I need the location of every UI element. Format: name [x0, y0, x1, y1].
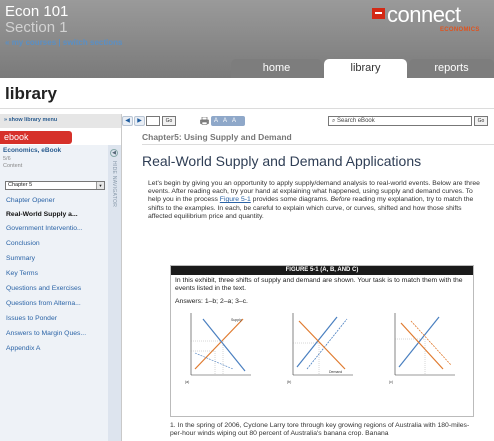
logo-subtitle: ECONOMICS [440, 27, 480, 33]
figure-caption: In this exhibit, three shifts of supply … [175, 277, 463, 293]
tab-library[interactable]: library [324, 59, 407, 78]
sidebar-item-conclusion[interactable]: Conclusion [6, 240, 40, 247]
chapter-select-value: Chapter 5 [8, 182, 33, 188]
logo-text: connect [387, 2, 461, 27]
figure-answers: Answers: 1–b; 2–a; 3–c. [175, 298, 248, 305]
course-title: Econ 101 [5, 3, 69, 20]
page-number-input[interactable] [146, 116, 160, 126]
ebook-toolbar: » show library menu ◀ ▶ Go A A A ⌕ Searc… [0, 114, 494, 128]
numbered-example-1: 1. In the spring of 2006, Cyclone Larry … [170, 422, 470, 438]
paragraph-emphasis: Before [330, 196, 351, 204]
graph-a-panel-label: (a) [185, 380, 189, 384]
graph-c-panel-label: (c) [389, 380, 393, 384]
supply-demand-graph-c: (c) [389, 313, 455, 384]
intro-paragraph: Let's begin by giving you an opportunity… [148, 180, 486, 221]
ebook-navigator: ebook Economics, eBook 5/6 Content ◀ HID… [0, 128, 122, 441]
chevron-down-icon[interactable]: ▼ [96, 182, 104, 189]
search-placeholder: Search eBook [337, 118, 375, 124]
sidebar-item-questions-alternative[interactable]: Questions from Alterna... [6, 300, 81, 307]
graph-a-supply-label: Supply [231, 318, 242, 322]
next-page-button[interactable]: ▶ [134, 116, 145, 126]
graph-b-panel-label: (b) [287, 380, 291, 384]
connect-logo-icon [372, 8, 385, 19]
supply-demand-graph-a: Supply (a) [185, 313, 251, 384]
show-library-menu-link[interactable]: » show library menu [4, 117, 57, 123]
search-icon: ⌕ [332, 118, 336, 124]
book-title[interactable]: Economics, eBook [3, 147, 61, 154]
search-go-button[interactable]: Go [474, 116, 488, 126]
print-icon[interactable] [200, 117, 209, 125]
figure-title: FIGURE 5-1 (A, B, AND C) [171, 266, 473, 275]
navigator-panel: Economics, eBook 5/6 Content ◀ HIDE NAVI… [0, 145, 121, 441]
paragraph-text: provides some diagrams. [250, 196, 331, 204]
connect-logo: connect ECONOMICS [372, 2, 490, 40]
search-input[interactable]: ⌕ Search eBook [328, 116, 472, 126]
link-separator: | [58, 38, 61, 47]
sidebar-item-chapter-opener[interactable]: Chapter Opener [6, 197, 55, 204]
tab-reports[interactable]: reports [409, 59, 494, 78]
heading-divider [0, 108, 494, 109]
book-count: 5/6 [3, 156, 11, 162]
figure-5-1: FIGURE 5-1 (A, B, AND C) In this exhibit… [170, 265, 474, 417]
ebook-content: Chapter5: Using Supply and Demand Real-W… [130, 128, 494, 441]
section-heading: Real-World Supply and Demand Application… [142, 153, 422, 169]
collapse-icon[interactable]: ◀ [110, 149, 118, 157]
sidebar-item-real-world-supply[interactable]: Real-World Supply a... [6, 211, 78, 218]
back-arrow-icon: « [5, 38, 10, 47]
tab-home[interactable]: home [231, 59, 322, 78]
graph-b-demand-label: Demand [329, 370, 342, 374]
previous-page-button[interactable]: ◀ [122, 116, 133, 126]
app-header: Econ 101 Section 1 « my courses | switch… [0, 0, 494, 78]
course-links: « my courses | switch sections [5, 38, 122, 47]
sidebar-item-questions-exercises[interactable]: Questions and Exercises [6, 285, 81, 292]
chapter-divider [142, 144, 494, 145]
menu-toggle-area: » show library menu [0, 114, 122, 128]
figure-link[interactable]: Figure 5-1 [220, 196, 251, 203]
switch-sections-link[interactable]: switch sections [63, 38, 123, 47]
sidebar-item-summary[interactable]: Summary [6, 255, 35, 262]
supply-demand-graph-b: Demand (b) [287, 313, 353, 384]
chapter-heading: Chapter5: Using Supply and Demand [142, 132, 292, 142]
section-title: Section 1 [5, 19, 68, 36]
sidebar-item-government-intervention[interactable]: Government Interventio... [6, 225, 83, 232]
font-size-buttons[interactable]: A A A [211, 116, 245, 126]
sidebar-item-answers-margin[interactable]: Answers to Margin Ques... [6, 330, 86, 337]
page-title: library [5, 84, 57, 103]
sidebar-item-key-terms[interactable]: Key Terms [6, 270, 38, 277]
chevron-right-icon: ▶ [137, 118, 142, 124]
book-content-label: Content [3, 163, 23, 169]
go-page-button[interactable]: Go [162, 116, 176, 126]
ebook-tab[interactable]: ebook [0, 131, 72, 144]
hide-navigator-strip[interactable]: ◀ HIDE NAVIGATOR [108, 145, 121, 441]
my-courses-link[interactable]: my courses [12, 38, 56, 47]
hide-navigator-label: HIDE NAVIGATOR [111, 161, 117, 208]
chevron-left-icon: ◀ [125, 118, 130, 124]
chapter-select[interactable]: Chapter 5 ▼ [5, 181, 105, 190]
sidebar-item-issues-to-ponder[interactable]: Issues to Ponder [6, 315, 57, 322]
sidebar-item-appendix-a[interactable]: Appendix A [6, 345, 40, 352]
